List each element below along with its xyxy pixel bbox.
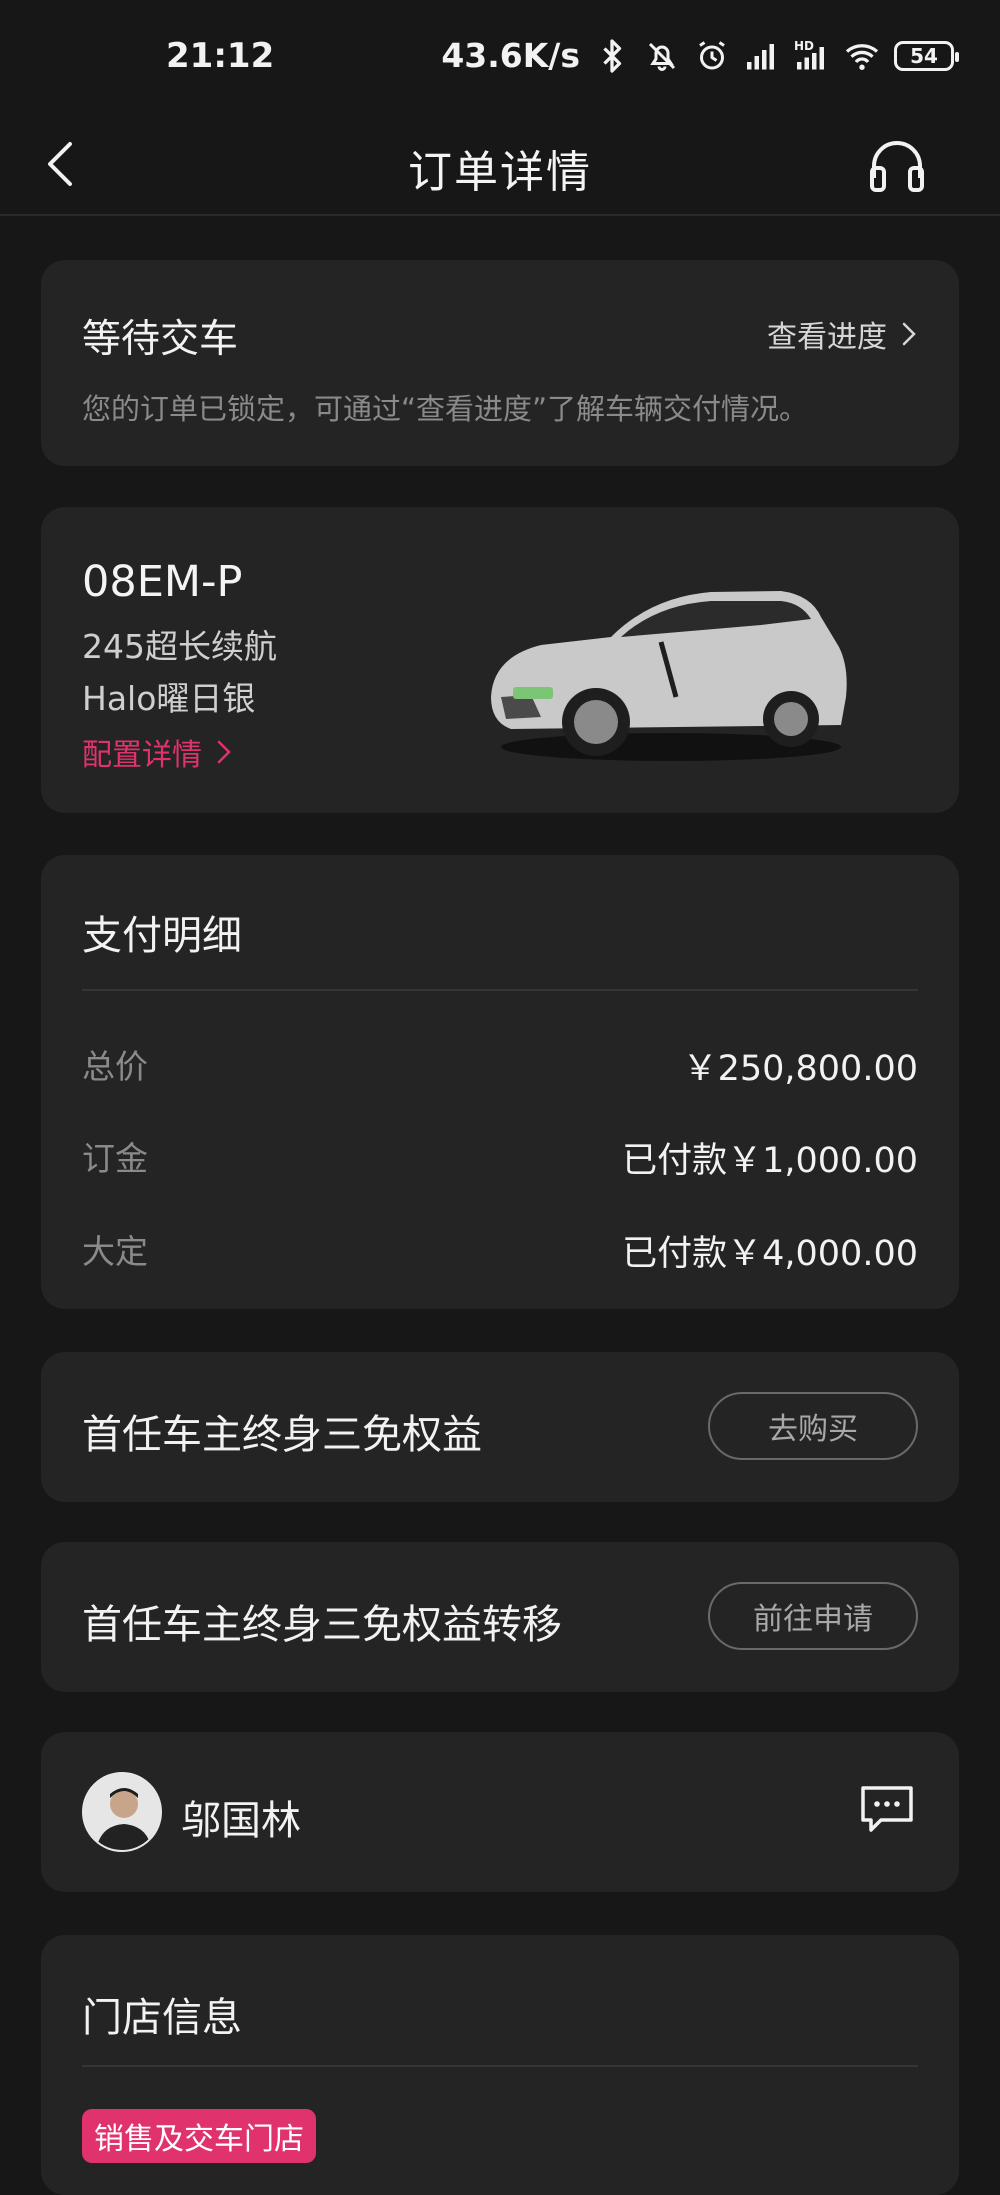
vehicle-image	[491, 591, 847, 761]
view-progress-label: 查看进度	[767, 320, 887, 355]
advisor-name: 邬国林	[181, 1798, 301, 1844]
config-details-link[interactable]: 配置详情	[82, 730, 232, 774]
config-details-label: 配置详情	[82, 738, 202, 773]
benefit-title: 首任车主终身三免权益	[82, 1412, 482, 1458]
payment-row-down-payment: 大定 已付款￥4,000.00	[82, 1225, 918, 1275]
signal-icon	[747, 43, 774, 69]
payment-card: 支付明细 总价 ￥250,800.00 订金 已付款￥1,000.00 大定 已…	[41, 855, 959, 1309]
mute-icon	[648, 42, 676, 71]
vehicle-card: 08EM-P 245超长续航 Halo曜日银 配置详情	[41, 507, 959, 813]
apply-transfer-button[interactable]: 前往申请	[708, 1582, 918, 1650]
vehicle-range: 245超长续航	[82, 627, 277, 666]
chevron-right-icon	[902, 322, 916, 346]
order-status-card: 等待交车 查看进度 您的订单已锁定，可通过“查看进度”了解车辆交付情况。	[41, 260, 959, 466]
wifi-icon	[845, 43, 879, 70]
hd-signal-icon: HD	[794, 39, 824, 69]
nav-bar: 订单详情	[0, 112, 1000, 216]
order-status-description: 您的订单已锁定，可通过“查看进度”了解车辆交付情况。	[82, 392, 809, 426]
status-indicators: 43.6K/s HD 54	[441, 36, 959, 75]
buy-benefit-button[interactable]: 去购买	[708, 1392, 918, 1460]
divider	[82, 989, 918, 991]
payment-title: 支付明细	[82, 913, 242, 959]
store-card: 门店信息 销售及交车门店	[41, 1935, 959, 2195]
order-status-title: 等待交车	[82, 317, 239, 362]
benefit-transfer-card: 首任车主终身三免权益转移 前往申请	[41, 1542, 959, 1692]
benefit-card: 首任车主终身三免权益 去购买	[41, 1352, 959, 1502]
headphones-icon[interactable]	[866, 134, 928, 196]
page-title: 订单详情	[408, 147, 592, 198]
network-speed: 43.6K/s	[441, 36, 580, 75]
payment-value: 已付款￥4,000.00	[622, 1234, 918, 1274]
avatar	[82, 1772, 162, 1852]
store-title: 门店信息	[82, 1995, 242, 2041]
advisor-card: 邬国林	[41, 1732, 959, 1892]
chevron-right-icon	[217, 740, 231, 764]
svg-text:HD: HD	[794, 39, 814, 53]
divider	[82, 2065, 918, 2067]
store-type-badge: 销售及交车门店	[82, 2109, 316, 2163]
chat-bubble-icon[interactable]	[859, 1784, 915, 1836]
payment-row-total: 总价 ￥250,800.00	[82, 1040, 918, 1090]
vehicle-color: Halo曜日银	[82, 679, 256, 718]
benefit-transfer-title: 首任车主终身三免权益转移	[82, 1602, 562, 1648]
payment-label: 大定	[82, 1232, 148, 1271]
bluetooth-icon	[603, 38, 622, 73]
payment-row-deposit: 订金 已付款￥1,000.00	[82, 1132, 918, 1182]
payment-value: 已付款￥1,000.00	[622, 1141, 918, 1181]
view-progress-link[interactable]: 查看进度	[767, 312, 917, 356]
vehicle-model: 08EM-P	[82, 557, 243, 607]
battery-indicator: 54	[894, 40, 959, 71]
status-time: 21:12	[166, 36, 275, 76]
payment-label: 订金	[82, 1139, 148, 1178]
alarm-icon	[699, 40, 725, 69]
status-bar: 21:12 43.6K/s HD 54	[0, 0, 1000, 112]
payment-value: ￥250,800.00	[682, 1049, 918, 1089]
person-icon	[84, 1774, 160, 1850]
payment-label: 总价	[82, 1047, 148, 1086]
